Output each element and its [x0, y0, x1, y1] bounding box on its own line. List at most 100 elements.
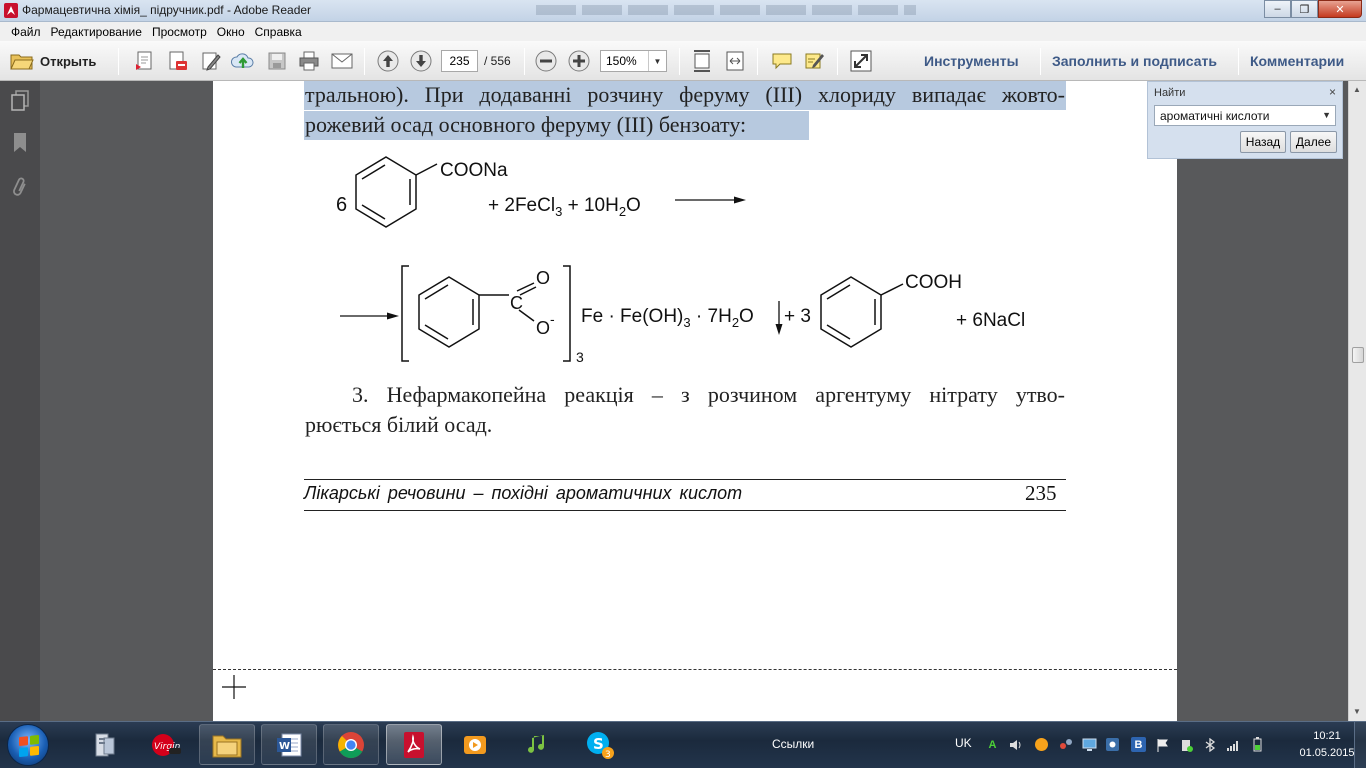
title-bar: Фармацевтична хімія_ підручник.pdf - Ado… [0, 0, 1366, 22]
next-page-button[interactable] [409, 49, 433, 73]
fullscreen-button[interactable] [849, 49, 873, 73]
taskbar-adobe-reader[interactable] [386, 724, 442, 765]
export-pdf-icon [169, 51, 187, 70]
taskbar-virgin-media[interactable]: Virgin [138, 724, 194, 765]
fit-page-icon [694, 50, 710, 72]
start-button[interactable] [7, 724, 49, 766]
page-break-line [213, 669, 1177, 670]
fit-page-button[interactable] [690, 49, 714, 73]
menu-help[interactable]: Справка [250, 25, 307, 39]
minimize-button[interactable]: ‒ [1264, 0, 1291, 18]
page-number-input[interactable]: 235 [441, 50, 478, 72]
taskbar-explorer[interactable] [199, 724, 255, 765]
menu-view[interactable]: Просмотр [147, 25, 212, 39]
vertical-scrollbar[interactable]: ▲ ▼ [1348, 81, 1366, 721]
open-folder-icon [10, 51, 34, 71]
menu-edit[interactable]: Редактирование [46, 25, 147, 39]
tray-b-icon[interactable]: B [1131, 737, 1146, 752]
prev-page-icon [377, 50, 399, 72]
music-icon [528, 734, 544, 753]
pdf-page: тральною). При додаванні розчину феруму … [213, 81, 1177, 721]
signal-strength-icon[interactable] [1226, 737, 1241, 752]
chevron-down-icon[interactable]: ▼ [1322, 110, 1331, 120]
paragraph-line: 3. Нефармакопейна реакція – з розчином а… [352, 382, 1065, 407]
battery-icon[interactable] [1250, 737, 1265, 752]
bluetooth-icon[interactable] [1202, 737, 1217, 752]
scroll-thumb[interactable] [1352, 347, 1364, 363]
chevron-down-icon[interactable]: ▼ [648, 51, 666, 71]
taskbar: Virgin W S3 Ссылки UK A B 10:21 01.05.20… [0, 721, 1366, 768]
taskbar-skype[interactable]: S3 [572, 724, 628, 765]
find-back-button[interactable]: Назад [1240, 131, 1286, 153]
taskbar-file-manager[interactable] [77, 724, 133, 765]
upload-button[interactable] [231, 49, 255, 73]
show-desktop-button[interactable] [1354, 722, 1366, 768]
monitor-tray-icon[interactable] [1082, 737, 1097, 752]
subscript-text: 2 [732, 315, 739, 330]
open-label: Открыть [40, 53, 97, 69]
maximize-button[interactable]: ❐ [1291, 0, 1318, 18]
find-close-icon[interactable]: × [1329, 85, 1336, 99]
menu-window[interactable]: Окно [212, 25, 250, 39]
menu-file[interactable]: Файл [6, 25, 46, 39]
language-indicator[interactable]: UK [955, 736, 972, 750]
taskbar-music[interactable] [510, 724, 566, 765]
network-tray-icon[interactable] [1059, 737, 1074, 752]
scroll-down-icon[interactable]: ▼ [1353, 707, 1361, 716]
product-text: + 6NaCl [956, 310, 1025, 331]
taskbar-media-player[interactable] [447, 724, 503, 765]
safely-remove-icon[interactable] [1178, 737, 1193, 752]
settings-tray-icon[interactable] [1105, 737, 1120, 752]
comment-button[interactable] [770, 49, 794, 73]
adobe-reader-app-icon [4, 3, 18, 18]
explorer-folder-icon [212, 735, 242, 757]
zoom-in-button[interactable] [567, 49, 591, 73]
reaction-arrow [675, 196, 746, 204]
subscript-text: 3 [576, 349, 584, 365]
benzene-ring [355, 156, 438, 228]
fit-width-button[interactable] [723, 49, 747, 73]
close-button[interactable]: ✕ [1318, 0, 1362, 18]
highlight-button[interactable] [803, 49, 827, 73]
footer-title: Лікарські речовини – похідні ароматичних… [304, 483, 743, 503]
print-icon [299, 51, 319, 71]
tray-a-icon[interactable]: A [985, 737, 1000, 752]
find-panel: Найти × ароматичні кислоти ▼ Назад Далее [1147, 81, 1343, 159]
zoom-out-icon [535, 50, 557, 72]
fill-sign-link[interactable]: Заполнить и подписать [1052, 53, 1217, 69]
create-pdf-button[interactable] [133, 49, 157, 73]
benzene-ring [820, 276, 904, 348]
scroll-up-icon[interactable]: ▲ [1353, 85, 1361, 94]
clock[interactable]: 10:21 01.05.2015 [1298, 728, 1356, 762]
print-button[interactable] [297, 49, 321, 73]
export-pdf-button[interactable] [166, 49, 190, 73]
tools-link[interactable]: Инструменты [924, 53, 1019, 69]
find-next-button[interactable]: Далее [1290, 131, 1337, 153]
page-thumbnails-icon[interactable] [9, 89, 31, 113]
find-input[interactable]: ароматичні кислоти ▼ [1154, 105, 1336, 126]
zoom-select[interactable]: 150% ▼ [600, 50, 667, 72]
email-button[interactable] [330, 49, 354, 73]
bookmarks-icon[interactable] [9, 131, 31, 155]
attachments-icon[interactable] [9, 175, 31, 199]
volume-icon[interactable] [1008, 737, 1023, 752]
skype-tray-icon[interactable] [1034, 737, 1049, 752]
subscript-text: 2 [619, 204, 626, 219]
next-page-icon [410, 50, 432, 72]
edit-button[interactable] [199, 49, 223, 73]
virgin-media-icon: Virgin [152, 733, 181, 756]
comments-link[interactable]: Комментарии [1250, 53, 1344, 69]
links-toolbar[interactable]: Ссылки [772, 737, 814, 751]
taskbar-chrome[interactable] [323, 724, 379, 765]
prev-page-button[interactable] [376, 49, 400, 73]
toolbar-separator [757, 48, 758, 75]
clock-date: 01.05.2015 [1299, 747, 1355, 759]
zoom-out-button[interactable] [534, 49, 558, 73]
taskbar-word[interactable]: W [261, 724, 317, 765]
action-center-flag-icon[interactable] [1155, 737, 1170, 752]
save-button[interactable] [265, 49, 289, 73]
fit-width-icon [726, 51, 744, 71]
create-pdf-icon [136, 51, 152, 70]
open-button[interactable]: Открыть [10, 49, 96, 73]
coefficient-text: 6 [336, 194, 347, 216]
